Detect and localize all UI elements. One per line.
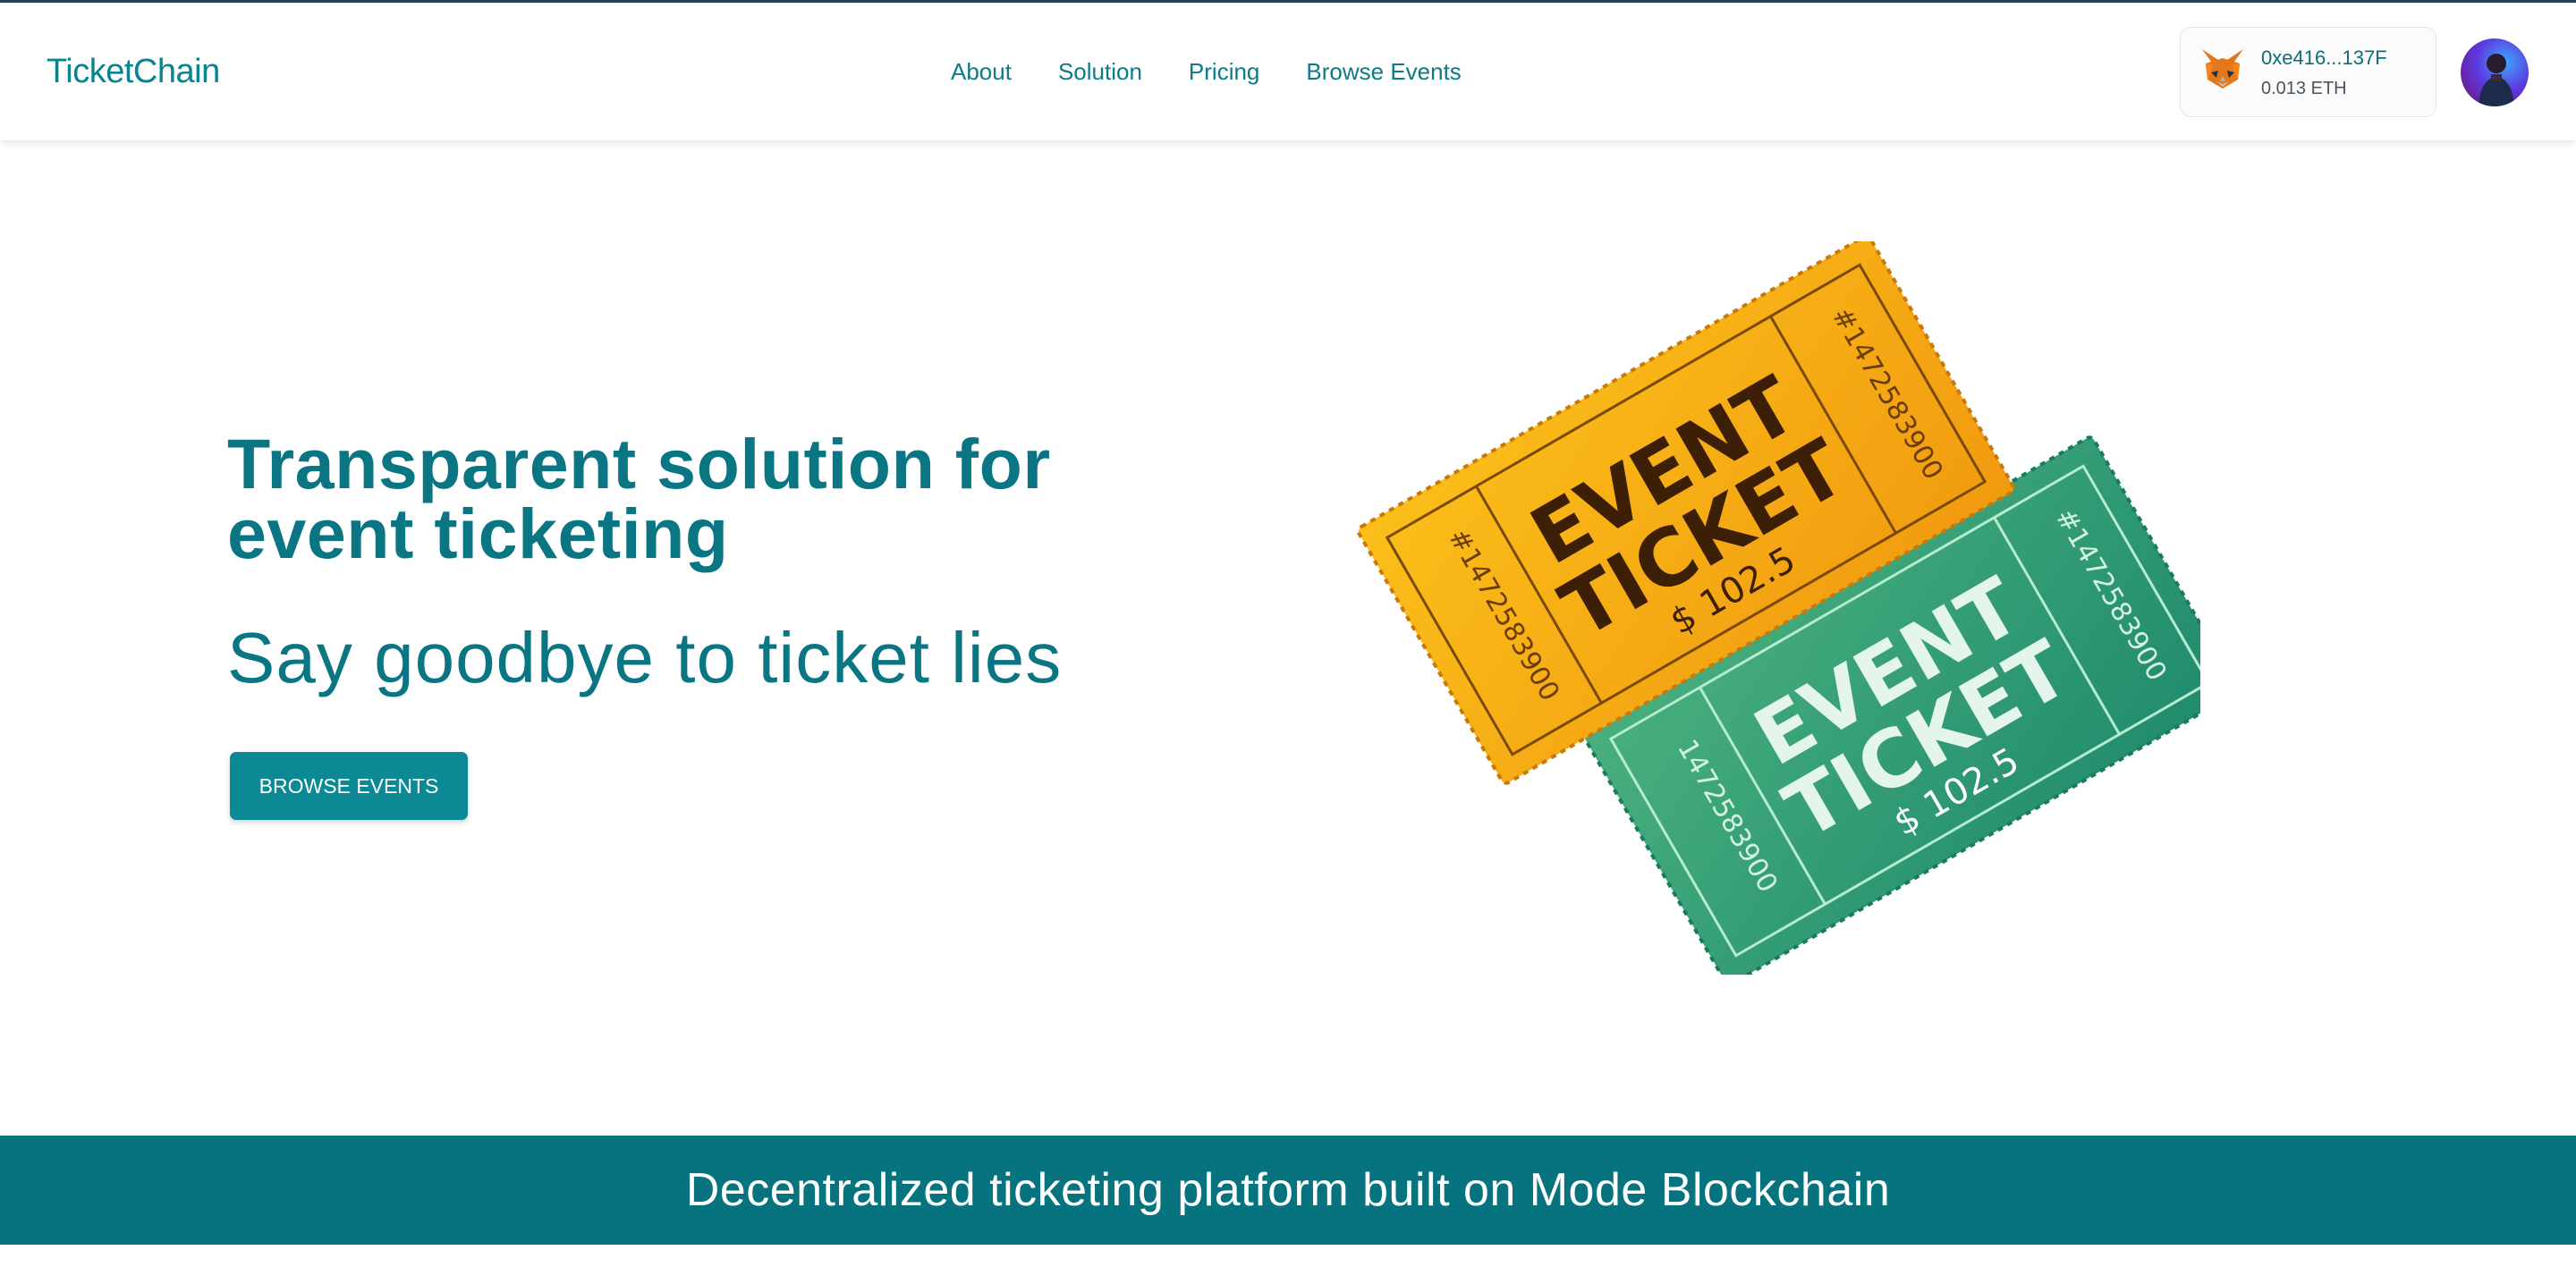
tickets-illustration: EVENT TICKET $ 102.5 1472583900 #1472583…: [1356, 241, 2200, 975]
banner-text: Decentralized ticketing platform built o…: [685, 1164, 1891, 1216]
metamask-fox-icon: [2202, 49, 2243, 89]
logo[interactable]: TicketChain: [47, 53, 220, 91]
user-avatar[interactable]: [2461, 38, 2529, 106]
wallet-balance: 0.013 ETH: [2261, 79, 2347, 98]
avatar-icon: [2479, 54, 2514, 106]
nav-about[interactable]: About: [951, 58, 1012, 86]
hero-title: Transparent solution for event ticketing: [227, 424, 1051, 573]
wallet-widget[interactable]: 0xe416...137F 0.013 ETH: [2180, 27, 2436, 117]
main-nav: About Solution Pricing Browse Events: [951, 58, 1462, 86]
site-header: TicketChain About Solution Pricing Brows…: [0, 3, 2576, 140]
nav-pricing[interactable]: Pricing: [1189, 58, 1259, 86]
wallet-address: 0xe416...137F: [2261, 46, 2387, 69]
nav-solution[interactable]: Solution: [1058, 58, 1142, 86]
browse-events-button[interactable]: BROWSE EVENTS: [230, 752, 468, 820]
banner: Decentralized ticketing platform built o…: [0, 1136, 2576, 1245]
hero-subtitle: Say goodbye to ticket lies: [227, 618, 1063, 697]
nav-browse-events[interactable]: Browse Events: [1306, 58, 1461, 86]
